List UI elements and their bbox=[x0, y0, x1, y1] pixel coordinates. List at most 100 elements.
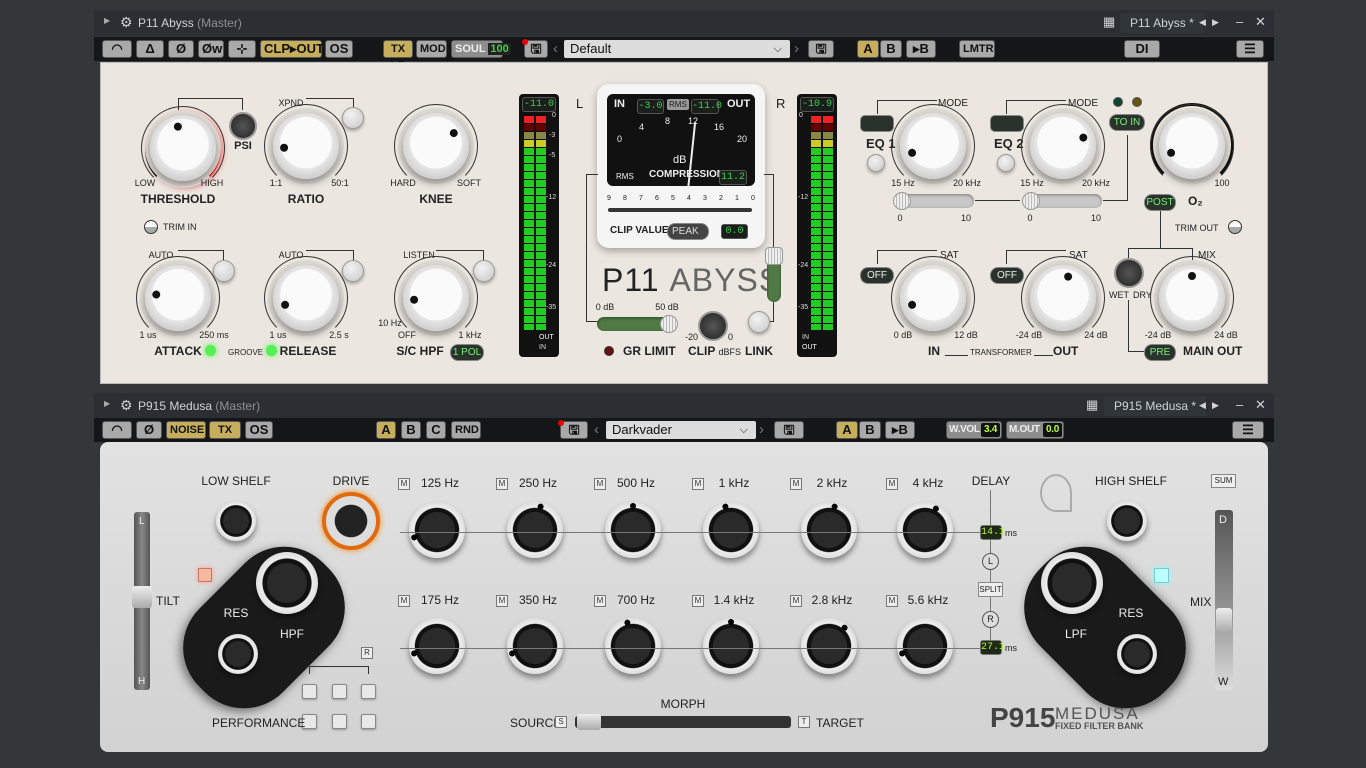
peak-toggle[interactable]: PEAK bbox=[667, 223, 709, 240]
in-sat-knob[interactable] bbox=[900, 265, 966, 331]
gauge-button[interactable]: ◠ bbox=[102, 421, 132, 439]
performance-slot[interactable] bbox=[302, 684, 317, 699]
lpf-led[interactable] bbox=[1154, 568, 1169, 583]
mod-button[interactable]: MOD bbox=[416, 40, 447, 58]
lpf-knob[interactable] bbox=[1041, 552, 1103, 614]
instance-name[interactable]: P11 Abyss * bbox=[1120, 13, 1204, 33]
band-mute-button[interactable]: M bbox=[594, 595, 606, 607]
out-sat-knob[interactable] bbox=[1030, 265, 1096, 331]
expand-icon[interactable]: ▶ bbox=[104, 399, 110, 408]
band-mute-button[interactable]: M bbox=[398, 478, 410, 490]
di-button[interactable]: DI bbox=[1124, 40, 1160, 58]
instance-name[interactable]: P915 Medusa * bbox=[1104, 396, 1206, 416]
minimize-icon[interactable]: – bbox=[1236, 397, 1243, 412]
copy-to-b-button[interactable]: ▸B bbox=[885, 421, 915, 439]
performance-slot[interactable] bbox=[332, 714, 347, 729]
save-preset-icon[interactable]: 🖫 bbox=[808, 40, 834, 58]
band-mute-button[interactable]: M bbox=[496, 478, 508, 490]
clip-out-button[interactable]: CLP▸OUT bbox=[260, 40, 322, 58]
sc-hpf-knob[interactable] bbox=[403, 265, 469, 331]
gr-limit-led[interactable] bbox=[604, 346, 614, 356]
preset-select[interactable]: Default⌵ bbox=[564, 40, 790, 58]
morph-thumb[interactable] bbox=[577, 714, 601, 730]
eq2-slider-thumb[interactable] bbox=[1022, 192, 1040, 210]
low-shelf-knob[interactable] bbox=[216, 501, 256, 541]
close-icon[interactable]: ✕ bbox=[1255, 14, 1266, 30]
eq2-knob[interactable] bbox=[1030, 113, 1096, 179]
snapshot-c-button[interactable]: C bbox=[426, 421, 446, 439]
xpnd-button[interactable] bbox=[342, 107, 364, 129]
menu-icon[interactable]: ☰ bbox=[1232, 421, 1264, 439]
medusa-title-bar[interactable]: ▶ ⚙ P915 Medusa (Master) ▦ P915 Medusa *… bbox=[94, 393, 1274, 419]
band-gain-knob[interactable] bbox=[605, 618, 661, 674]
eq1-mode-button[interactable] bbox=[860, 115, 894, 132]
close-icon[interactable]: ✕ bbox=[1255, 397, 1266, 413]
ratio-knob[interactable] bbox=[273, 113, 339, 179]
band-mute-button[interactable]: M bbox=[886, 478, 898, 490]
performance-slot[interactable] bbox=[361, 714, 376, 729]
o2-knob[interactable] bbox=[1159, 113, 1225, 179]
tx-lm-button[interactable]: TX LM bbox=[209, 421, 241, 439]
preset-select[interactable]: Darkvader⌵ bbox=[606, 421, 756, 439]
eq1-button[interactable] bbox=[867, 154, 885, 172]
next-icon[interactable]: ▶ bbox=[1212, 400, 1219, 411]
mix-thumb[interactable] bbox=[1216, 608, 1232, 632]
band-gain-knob[interactable] bbox=[507, 618, 563, 674]
copy-to-b-button[interactable]: ▸B bbox=[906, 40, 936, 58]
prev-icon[interactable]: ◀ bbox=[1199, 17, 1206, 28]
trim-out-knob[interactable] bbox=[1228, 220, 1242, 234]
delay-right-value[interactable]: 27.1 bbox=[980, 640, 1002, 655]
source-button[interactable]: S bbox=[555, 716, 567, 728]
minimize-icon[interactable]: – bbox=[1236, 14, 1243, 29]
grid-icon[interactable]: ▦ bbox=[1086, 397, 1098, 413]
band-gain-knob[interactable] bbox=[801, 502, 857, 558]
gear-icon[interactable]: ⚙ bbox=[120, 397, 133, 414]
release-auto-button[interactable] bbox=[342, 260, 364, 282]
link-thumb[interactable] bbox=[765, 247, 783, 265]
preset-next-icon[interactable]: › bbox=[759, 421, 764, 438]
grid-icon[interactable]: ▦ bbox=[1103, 14, 1115, 30]
eq1-knob[interactable] bbox=[900, 113, 966, 179]
band-gain-knob[interactable] bbox=[703, 618, 759, 674]
tilt-thumb[interactable] bbox=[132, 586, 152, 608]
band-mute-button[interactable]: M bbox=[496, 595, 508, 607]
band-mute-button[interactable]: M bbox=[790, 595, 802, 607]
ab-b-button[interactable]: B bbox=[880, 40, 902, 58]
routing-button[interactable]: ⊹ bbox=[228, 40, 256, 58]
band-gain-knob[interactable] bbox=[703, 502, 759, 558]
band-gain-knob[interactable] bbox=[801, 618, 857, 674]
save-preset-icon[interactable]: 🖫 bbox=[774, 421, 804, 439]
psi-knob[interactable] bbox=[229, 112, 257, 140]
pre-button[interactable]: PRE bbox=[1144, 344, 1176, 361]
performance-slot[interactable] bbox=[332, 684, 347, 699]
band-mute-button[interactable]: M bbox=[692, 595, 704, 607]
band-gain-knob[interactable] bbox=[409, 618, 465, 674]
delay-l-button[interactable]: L bbox=[982, 553, 999, 570]
clip-knob[interactable] bbox=[698, 311, 728, 341]
ab-b-button[interactable]: B bbox=[859, 421, 881, 439]
delay-r-button[interactable]: R bbox=[982, 611, 999, 628]
sum-button[interactable]: SUM bbox=[1211, 474, 1236, 488]
high-shelf-knob[interactable] bbox=[1107, 501, 1147, 541]
eq1-slider-thumb[interactable] bbox=[893, 192, 911, 210]
preset-prev-icon[interactable]: ‹ bbox=[553, 40, 558, 57]
snapshot-a-button[interactable]: A bbox=[376, 421, 396, 439]
hpf-res-knob[interactable] bbox=[218, 634, 258, 674]
gear-icon[interactable]: ⚙ bbox=[120, 14, 133, 31]
listen-button[interactable] bbox=[473, 260, 495, 282]
groove-led-right[interactable] bbox=[266, 345, 277, 356]
in-sat-off-button[interactable]: OFF bbox=[860, 267, 894, 284]
menu-icon[interactable]: ☰ bbox=[1236, 40, 1264, 58]
morph-slider[interactable] bbox=[575, 716, 791, 728]
eq2-mode-button[interactable] bbox=[990, 115, 1024, 132]
one-pol-button[interactable]: 1 POL bbox=[450, 344, 484, 361]
phase-w-button[interactable]: Øw bbox=[198, 40, 224, 58]
band-gain-knob[interactable] bbox=[409, 502, 465, 558]
ab-a-button[interactable]: A bbox=[857, 40, 879, 58]
phase-button[interactable]: Ø bbox=[136, 421, 162, 439]
snapshot-b-button[interactable]: B bbox=[401, 421, 421, 439]
prev-icon[interactable]: ◀ bbox=[1199, 400, 1206, 411]
eq2-button[interactable] bbox=[997, 154, 1015, 172]
vu-rms-button[interactable]: RMS bbox=[667, 99, 689, 110]
target-button[interactable]: T bbox=[798, 716, 810, 728]
